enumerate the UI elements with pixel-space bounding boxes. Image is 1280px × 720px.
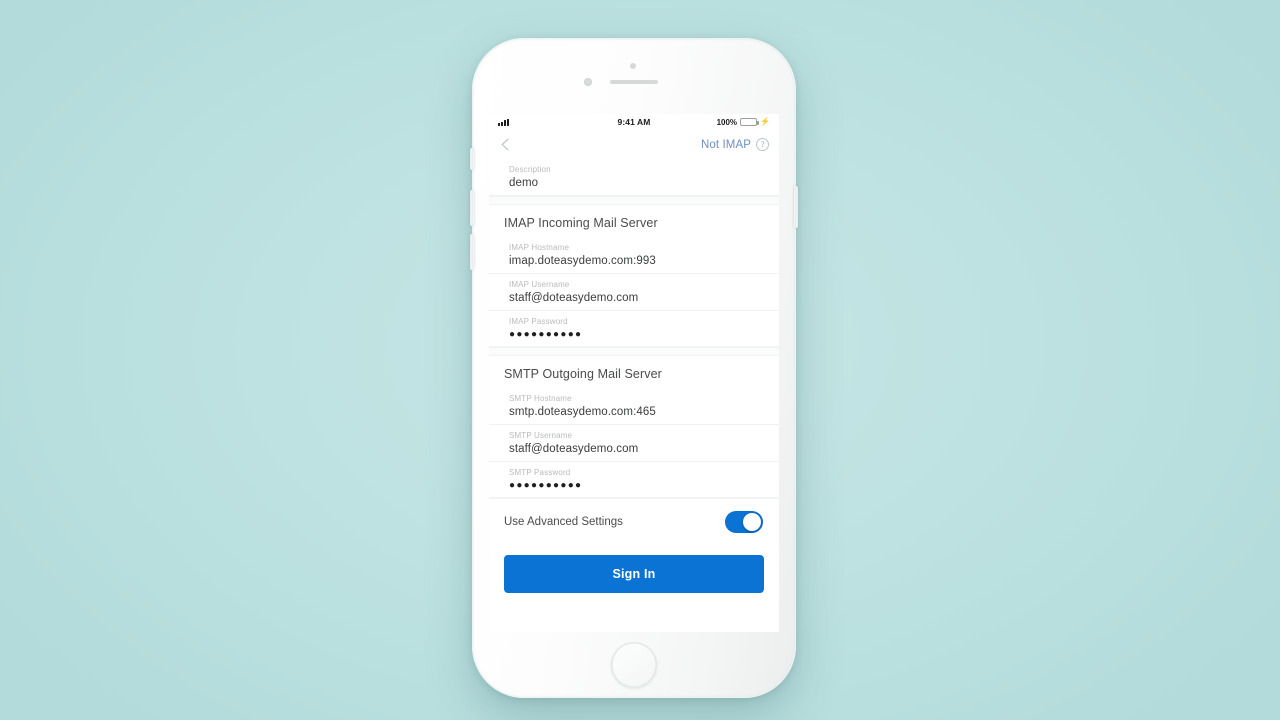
volume-down-button-icon[interactable] bbox=[470, 234, 474, 270]
smtp-section-title: SMTP Outgoing Mail Server bbox=[489, 356, 779, 388]
battery-percent-label: 100% bbox=[716, 117, 738, 127]
imap-hostname-input[interactable]: imap.doteasydemo.com:993 bbox=[509, 255, 764, 267]
chevron-left-icon[interactable] bbox=[499, 138, 512, 151]
field-label: SMTP Username bbox=[509, 431, 573, 440]
field-imap-password[interactable]: IMAP Password ●●●●●●●●●● bbox=[489, 311, 779, 347]
description-input[interactable]: demo bbox=[509, 177, 764, 189]
volume-up-button-icon[interactable] bbox=[470, 190, 474, 226]
field-label: Description bbox=[509, 165, 551, 174]
power-button-icon[interactable] bbox=[794, 186, 798, 228]
imap-password-input[interactable]: ●●●●●●●●●● bbox=[509, 329, 764, 340]
field-label: IMAP Username bbox=[509, 280, 570, 289]
screen-bottom-space bbox=[489, 593, 779, 625]
field-description[interactable]: Description demo bbox=[489, 159, 779, 196]
advanced-settings-label: Use Advanced Settings bbox=[504, 516, 623, 528]
field-smtp-hostname[interactable]: SMTP Hostname smtp.doteasydemo.com:465 bbox=[489, 388, 779, 425]
battery-full-icon bbox=[740, 118, 760, 126]
smtp-hostname-input[interactable]: smtp.doteasydemo.com:465 bbox=[509, 406, 764, 418]
account-settings-form: Description demo IMAP Incoming Mail Serv… bbox=[489, 159, 779, 625]
phone-screen: 9:41 AM 100% ⚡ Not IMAP ? Description de… bbox=[489, 114, 779, 632]
section-divider bbox=[489, 347, 779, 356]
navigation-bar: Not IMAP ? bbox=[489, 130, 779, 159]
section-divider bbox=[489, 196, 779, 205]
smtp-password-input[interactable]: ●●●●●●●●●● bbox=[509, 480, 764, 491]
status-bar-right: 100% ⚡ bbox=[717, 118, 770, 127]
toggle-knob bbox=[742, 512, 762, 532]
earpiece-speaker-icon bbox=[610, 80, 658, 84]
field-label: SMTP Hostname bbox=[509, 394, 572, 403]
phone-device-frame: 9:41 AM 100% ⚡ Not IMAP ? Description de… bbox=[470, 38, 798, 698]
front-camera-icon bbox=[584, 78, 592, 86]
field-label: SMTP Password bbox=[509, 468, 571, 477]
sign-in-button[interactable]: Sign In bbox=[504, 555, 764, 593]
advanced-settings-row: Use Advanced Settings bbox=[489, 498, 779, 545]
field-imap-username[interactable]: IMAP Username staff@doteasydemo.com bbox=[489, 274, 779, 311]
proximity-sensor-icon bbox=[630, 63, 636, 69]
imap-section-title: IMAP Incoming Mail Server bbox=[489, 205, 779, 237]
question-mark-circle-icon[interactable]: ? bbox=[756, 138, 769, 151]
lightning-bolt-icon: ⚡ bbox=[760, 117, 770, 126]
field-label: IMAP Password bbox=[509, 317, 568, 326]
nav-right-group: Not IMAP ? bbox=[701, 138, 769, 151]
smtp-username-input[interactable]: staff@doteasydemo.com bbox=[509, 443, 764, 455]
field-smtp-username[interactable]: SMTP Username staff@doteasydemo.com bbox=[489, 425, 779, 462]
not-imap-link[interactable]: Not IMAP bbox=[701, 139, 751, 151]
status-bar: 9:41 AM 100% ⚡ bbox=[489, 114, 779, 130]
submit-area: Sign In bbox=[489, 545, 779, 593]
silent-switch-icon[interactable] bbox=[470, 148, 474, 170]
advanced-settings-toggle[interactable] bbox=[725, 511, 763, 533]
home-button-icon[interactable] bbox=[611, 642, 657, 688]
field-smtp-password[interactable]: SMTP Password ●●●●●●●●●● bbox=[489, 462, 779, 498]
field-label: IMAP Hostname bbox=[509, 243, 570, 252]
imap-username-input[interactable]: staff@doteasydemo.com bbox=[509, 292, 764, 304]
field-imap-hostname[interactable]: IMAP Hostname imap.doteasydemo.com:993 bbox=[489, 237, 779, 274]
